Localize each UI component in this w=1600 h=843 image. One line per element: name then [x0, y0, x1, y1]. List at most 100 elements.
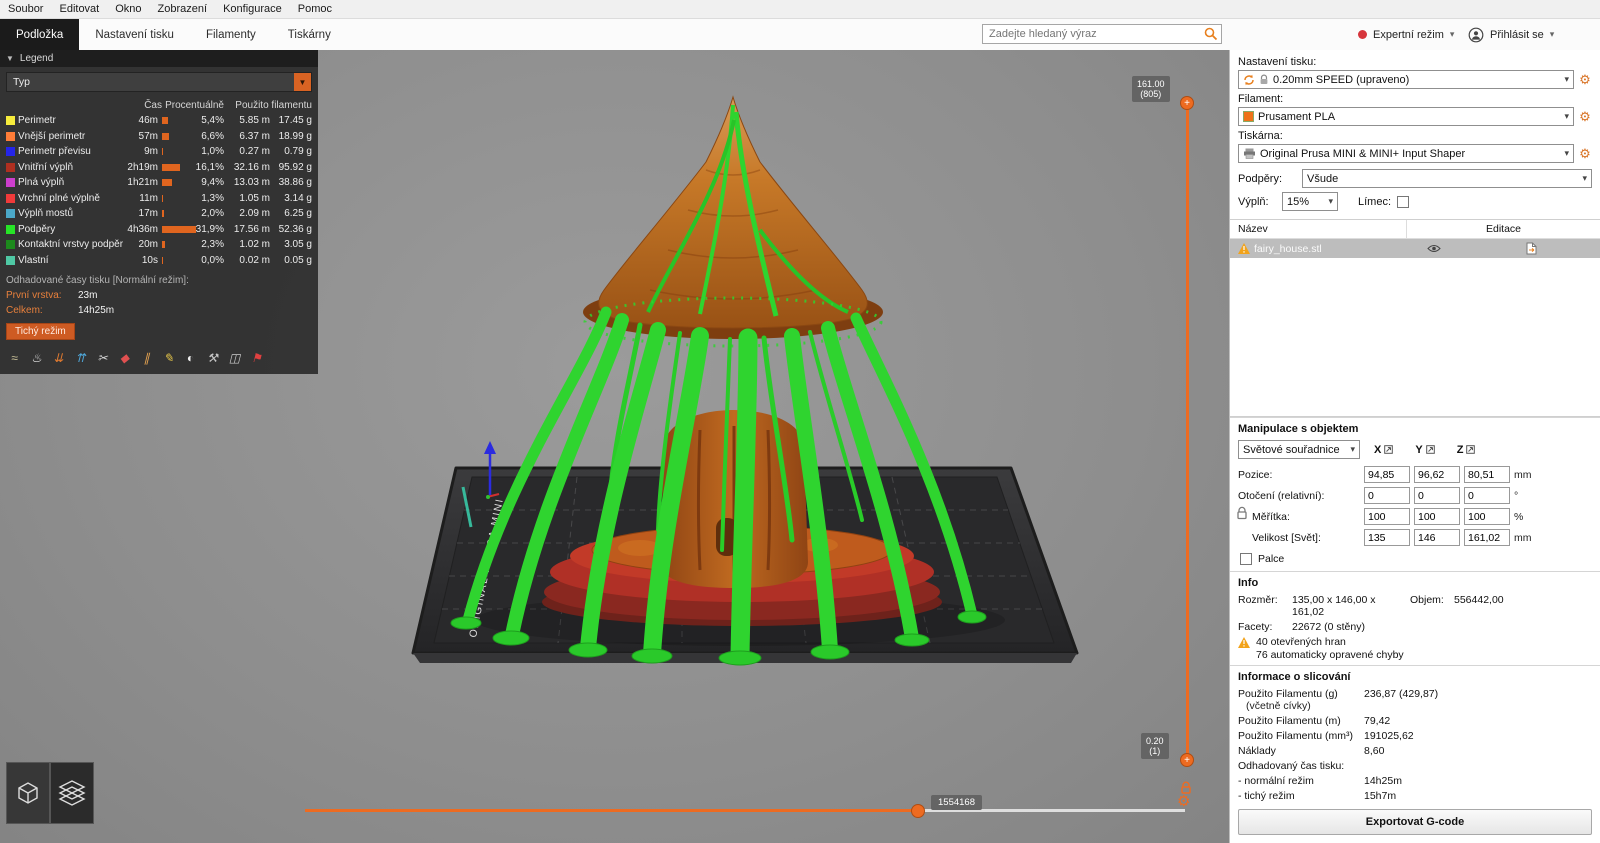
shells-icon[interactable]: ◐ [182, 349, 199, 366]
menu-item[interactable]: Soubor [0, 2, 51, 16]
x-input[interactable] [1364, 508, 1410, 525]
legend-row[interactable]: Podpěry 4h36m 31,9% 17.56 m 52.36 g [6, 222, 312, 238]
supports-combo[interactable]: Všude ▾ [1302, 169, 1592, 188]
legend-row[interactable]: Vlastní 10s 0,0% 0.02 m 0.05 g [6, 253, 312, 269]
color-changes-icon[interactable]: ◆ [116, 349, 133, 366]
z-input[interactable] [1464, 508, 1510, 525]
view-type-select[interactable]: Typ ▼ [6, 72, 312, 92]
z-input[interactable] [1464, 487, 1510, 504]
x-input[interactable] [1364, 529, 1410, 546]
move-slider-track-filled[interactable] [305, 809, 918, 812]
printer-gear-icon[interactable]: ⚙ [1578, 146, 1592, 162]
tab[interactable]: Filamenty [190, 19, 272, 50]
stealth-mode-button[interactable]: Tichý režim [6, 323, 75, 340]
legend-row[interactable]: Vnitřní výplň 2h19m 16,1% 32.16 m 95.92 … [6, 160, 312, 176]
axis-reset-icon[interactable] [1384, 445, 1394, 454]
login-button[interactable]: Přihlásit se ▾ [1468, 19, 1554, 50]
feature-color-swatch [6, 147, 15, 157]
z-input[interactable] [1464, 529, 1510, 546]
inches-checkbox[interactable] [1240, 553, 1252, 565]
legend-row[interactable]: Perimetr převisu 9m 1,0% 0.27 m 0.79 g [6, 144, 312, 160]
print-settings-combo[interactable]: 0.20mm SPEED (upraveno) ▾ [1238, 70, 1574, 89]
feature-color-swatch [6, 224, 15, 234]
view-3d-button[interactable] [6, 762, 50, 824]
x-input[interactable] [1364, 466, 1410, 483]
view-layers-button[interactable] [50, 762, 94, 824]
feature-color-swatch [6, 162, 15, 172]
uniform-scale-lock-icon[interactable] [1236, 506, 1248, 520]
expert-mode-dot-icon [1358, 30, 1367, 39]
infill-combo[interactable]: 15% ▾ [1282, 192, 1338, 211]
search-input[interactable] [982, 24, 1222, 44]
percent-bar [162, 179, 173, 187]
tab[interactable]: Nastavení tisku [79, 19, 190, 50]
sliced-info-row: Použito Filamentu (m) 79,42 [1238, 715, 1391, 727]
deretractions-icon[interactable]: ⇈ [72, 349, 89, 366]
legend-collapse-header[interactable]: ▼ Legend [0, 50, 318, 67]
menu-item[interactable]: Zobrazení [150, 2, 216, 16]
tab[interactable]: Podložka [0, 19, 80, 50]
manipulation-row: Pozice: mm [1238, 464, 1592, 485]
wipe-icon[interactable]: ♨ [28, 349, 45, 366]
slider-settings-gear-icon[interactable]: ⚙ [1177, 792, 1190, 810]
mode-selector[interactable]: Expertní režim ▾ [1358, 19, 1454, 50]
layer-slider-track[interactable] [1186, 103, 1189, 760]
travels-icon[interactable]: ≈ [6, 349, 23, 366]
feature-color-swatch [6, 209, 15, 219]
legend-row[interactable]: Vnější perimetr 57m 6,6% 6.37 m 18.99 g [6, 129, 312, 145]
brim-checkbox[interactable] [1397, 195, 1410, 208]
preset-sync-icon [1243, 74, 1255, 86]
edit-object-icon[interactable] [1462, 242, 1600, 255]
chevron-down-icon: ▾ [1449, 29, 1455, 39]
box-icon[interactable]: ◫ [226, 349, 243, 366]
y-input[interactable] [1414, 466, 1460, 483]
lock-icon [1259, 74, 1269, 85]
facets-value: 22672 (0 stěny) [1292, 621, 1365, 633]
menu-item[interactable]: Pomoc [290, 2, 340, 16]
printer-combo[interactable]: Original Prusa MINI & MINI+ Input Shaper… [1238, 144, 1574, 163]
menu-item[interactable]: Konfigurace [215, 2, 290, 16]
axis-reset-icon[interactable] [1425, 445, 1435, 454]
legend-row[interactable]: Plná výplň 1h21m 9,4% 13.03 m 38.86 g [6, 175, 312, 191]
axis-header: X [1374, 444, 1394, 456]
filament-gear-icon[interactable]: ⚙ [1578, 109, 1592, 125]
tool-changes-icon[interactable]: ⚒ [204, 349, 221, 366]
axis-reset-icon[interactable] [1466, 445, 1476, 454]
x-input[interactable] [1364, 487, 1410, 504]
export-gcode-button[interactable]: Exportovat G-code [1238, 809, 1592, 835]
z-input[interactable] [1464, 466, 1510, 483]
coordinates-combo[interactable]: Světové souřadnice ▾ [1238, 440, 1360, 459]
legend-row[interactable]: Perimetr 46m 5,4% 5.85 m 17.45 g [6, 113, 312, 129]
warning-icon [1238, 243, 1250, 254]
custom-gcode-icon[interactable]: ✎ [160, 349, 177, 366]
tab[interactable]: Tiskárny [272, 19, 347, 50]
object-manipulation-section: Manipulace s objektem Světové souřadnice… [1230, 417, 1600, 571]
menubar: Soubor Editovat Okno Zobrazení Konfigurace Po… [0, 0, 1600, 19]
layer-slider-lower-handle[interactable]: + [1180, 753, 1194, 767]
mode-label: Expertní režim [1373, 28, 1444, 41]
object-row[interactable]: fairy_house.stl [1230, 239, 1600, 258]
retractions-icon[interactable]: ⇊ [50, 349, 67, 366]
chevron-down-icon: ▾ [1582, 173, 1587, 183]
viewport-3d[interactable]: ORIGINAL PRUSA MINI ▼ Legend Typ ▼ Čas P… [0, 50, 1229, 843]
print-settings-gear-icon[interactable]: ⚙ [1578, 72, 1592, 88]
layer-slider-upper-handle[interactable]: + [1180, 96, 1194, 110]
legend-row[interactable]: Vrchní plné výplně 11m 1,3% 1.05 m 3.14 … [6, 191, 312, 207]
seams-icon[interactable]: ✂ [94, 349, 111, 366]
pause-prints-icon[interactable]: ∥ [138, 349, 155, 366]
legend-row[interactable]: Výplň mostů 17m 2,0% 2.09 m 6.25 g [6, 206, 312, 222]
eye-icon[interactable] [1406, 244, 1462, 253]
filament-label: Filament: [1238, 93, 1284, 105]
move-slider-handle[interactable] [911, 804, 925, 818]
menu-item[interactable]: Okno [107, 2, 149, 16]
y-input[interactable] [1414, 487, 1460, 504]
search-icon[interactable] [1204, 27, 1218, 41]
filament-combo[interactable]: Prusament PLA ▾ [1238, 107, 1574, 126]
legend-title: Legend [19, 53, 54, 64]
legend-pin-icon[interactable]: ⚑ [248, 349, 265, 366]
y-input[interactable] [1414, 529, 1460, 546]
legend-row[interactable]: Kontaktní vrstvy podpěr 20m 2,3% 1.02 m … [6, 237, 312, 253]
legend-column-headers: Čas Procentuálně Použito filamentu [144, 100, 312, 111]
menu-item[interactable]: Editovat [51, 2, 107, 16]
y-input[interactable] [1414, 508, 1460, 525]
